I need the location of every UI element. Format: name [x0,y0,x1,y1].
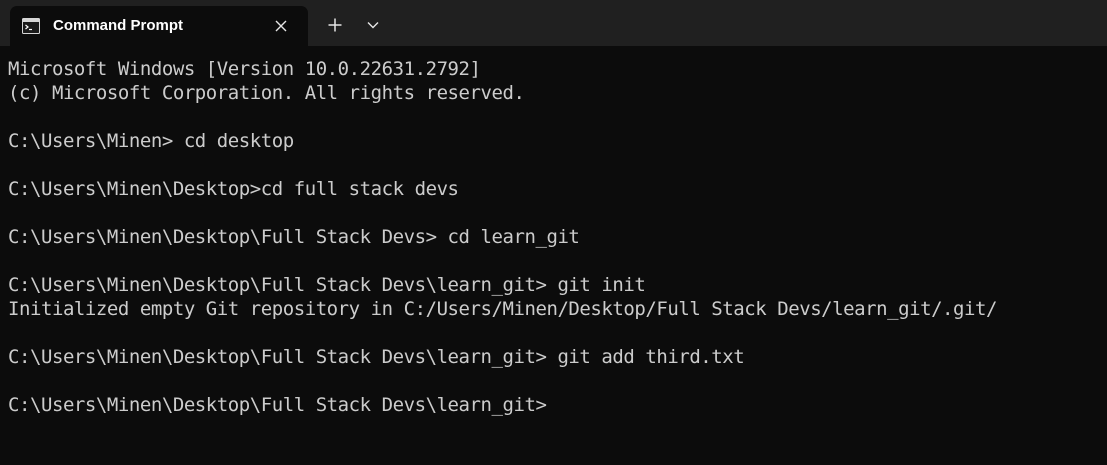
terminal-line: (c) Microsoft Corporation. All rights re… [8,82,525,104]
command-prompt-window: Command Prompt Microsoft Windows [Versio… [0,0,1107,465]
terminal-line: C:\Users\Minen\Desktop>cd full stack dev… [8,178,459,200]
terminal-line: C:\Users\Minen> cd desktop [8,130,294,152]
terminal-line: Initialized empty Git repository in C:/U… [8,298,998,320]
tab-command-prompt[interactable]: Command Prompt [10,6,308,46]
tab-title: Command Prompt [53,17,184,34]
terminal-prompt-line: C:\Users\Minen\Desktop\Full Stack Devs\l… [8,394,547,416]
terminal-line: Microsoft Windows [Version 10.0.22631.27… [8,58,481,80]
terminal-line: C:\Users\Minen\Desktop\Full Stack Devs\l… [8,274,646,296]
close-icon[interactable] [272,17,290,35]
terminal-output[interactable]: Microsoft Windows [Version 10.0.22631.27… [8,57,1100,457]
terminal-line: C:\Users\Minen\Desktop\Full Stack Devs> … [8,226,580,248]
plus-icon[interactable] [322,12,348,38]
chevron-down-icon[interactable] [362,12,384,38]
cmd-icon [22,18,40,34]
terminal-line: C:\Users\Minen\Desktop\Full Stack Devs\l… [8,346,745,368]
tab-bar: Command Prompt [0,0,1107,46]
